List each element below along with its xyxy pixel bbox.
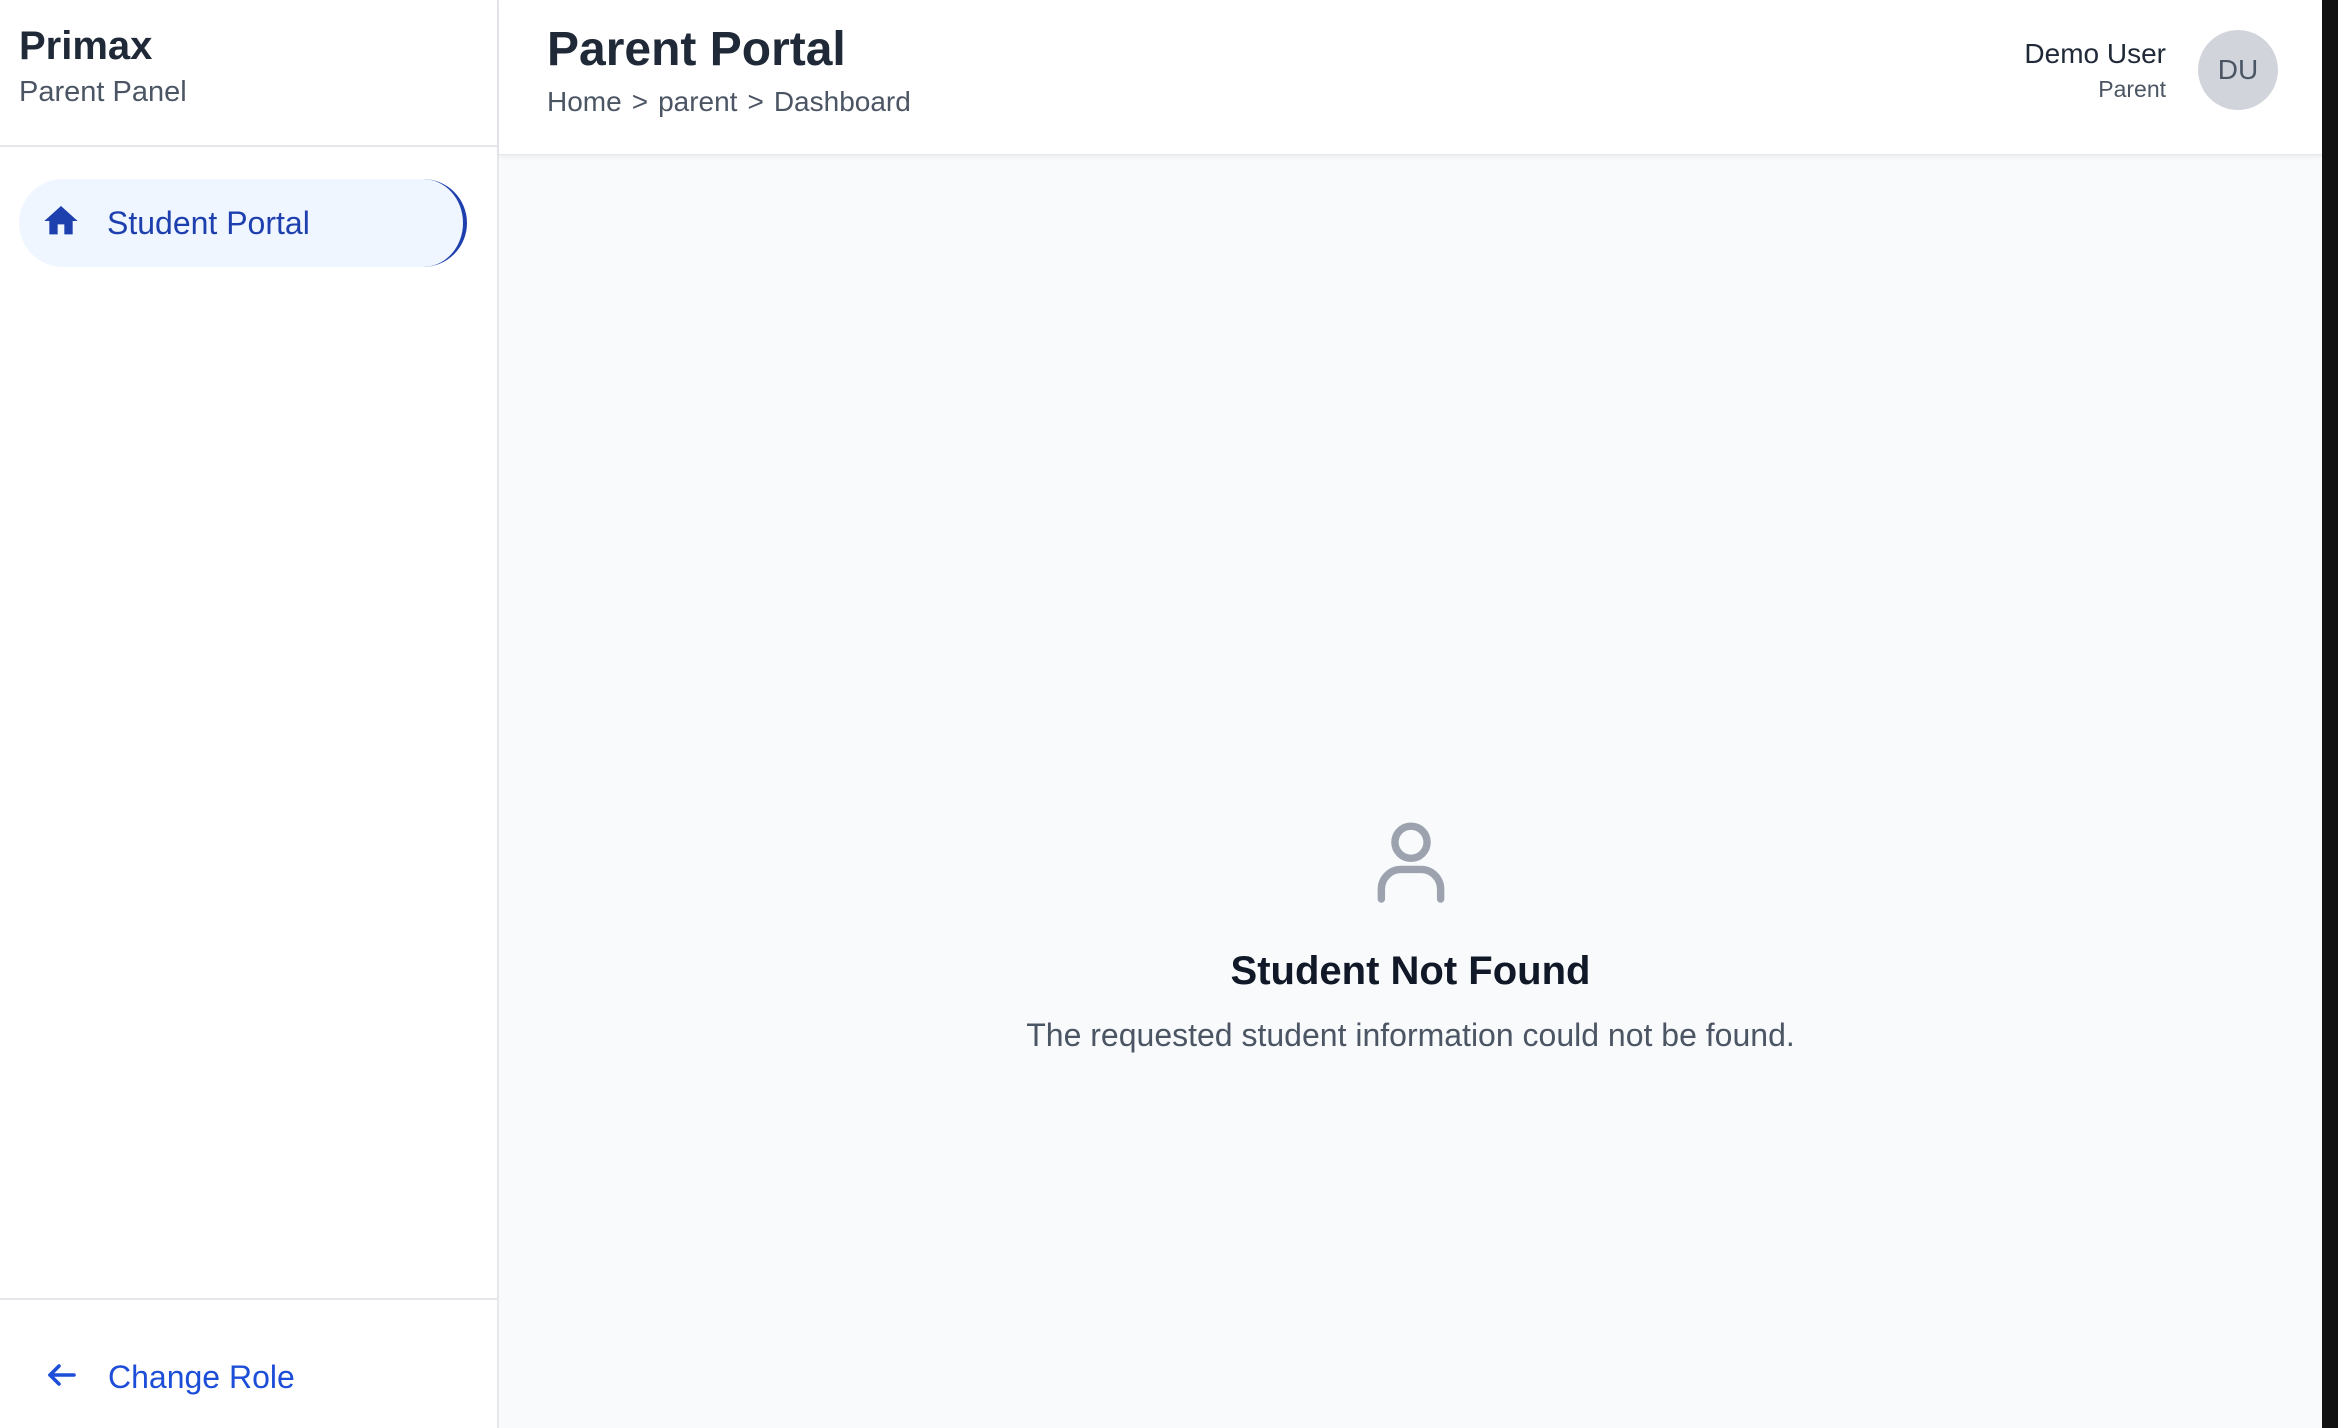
page-title: Parent Portal [547, 23, 846, 76]
user-name: Demo User [2024, 38, 2166, 69]
change-role-label: Change Role [108, 1358, 295, 1395]
empty-state-title: Student Not Found [1230, 949, 1591, 993]
main-content: Parent Portal Home > parent > Dashboard … [499, 0, 2322, 1428]
empty-state: Student Not Found The requested student … [499, 820, 2322, 1055]
user-menu: Demo User Parent DU [2024, 30, 2278, 110]
brand: Primax Parent Panel [0, 0, 497, 147]
arrow-left-icon [44, 1357, 80, 1398]
home-icon [41, 201, 81, 246]
user-icon [1376, 820, 1446, 909]
user-role: Parent [2098, 76, 2166, 102]
brand-subtitle: Parent Panel [19, 76, 187, 108]
app-window: Primax Parent Panel Student Portal Chang… [0, 0, 2322, 1428]
brand-name: Primax [19, 24, 153, 68]
topbar: Parent Portal Home > parent > Dashboard … [499, 0, 2322, 155]
breadcrumb-separator: > [747, 86, 764, 117]
user-info: Demo User Parent [2024, 36, 2166, 104]
sidebar-nav: Student Portal [0, 147, 497, 267]
window-edge [2322, 0, 2338, 1428]
sidebar-footer: Change Role [0, 1298, 497, 1428]
sidebar-item-student-portal[interactable]: Student Portal [19, 179, 467, 267]
breadcrumb-home[interactable]: Home [547, 84, 622, 120]
sidebar-item-label: Student Portal [107, 204, 310, 241]
empty-state-message: The requested student information could … [1026, 1017, 1795, 1053]
sidebar: Primax Parent Panel Student Portal Chang… [0, 0, 499, 1428]
avatar[interactable]: DU [2198, 30, 2278, 110]
breadcrumb-parent[interactable]: parent [658, 84, 737, 120]
breadcrumb: Home > parent > Dashboard [547, 84, 911, 120]
breadcrumb-separator: > [631, 86, 649, 117]
change-role-button[interactable]: Change Role [44, 1357, 295, 1398]
breadcrumb-current: Dashboard [773, 86, 911, 117]
